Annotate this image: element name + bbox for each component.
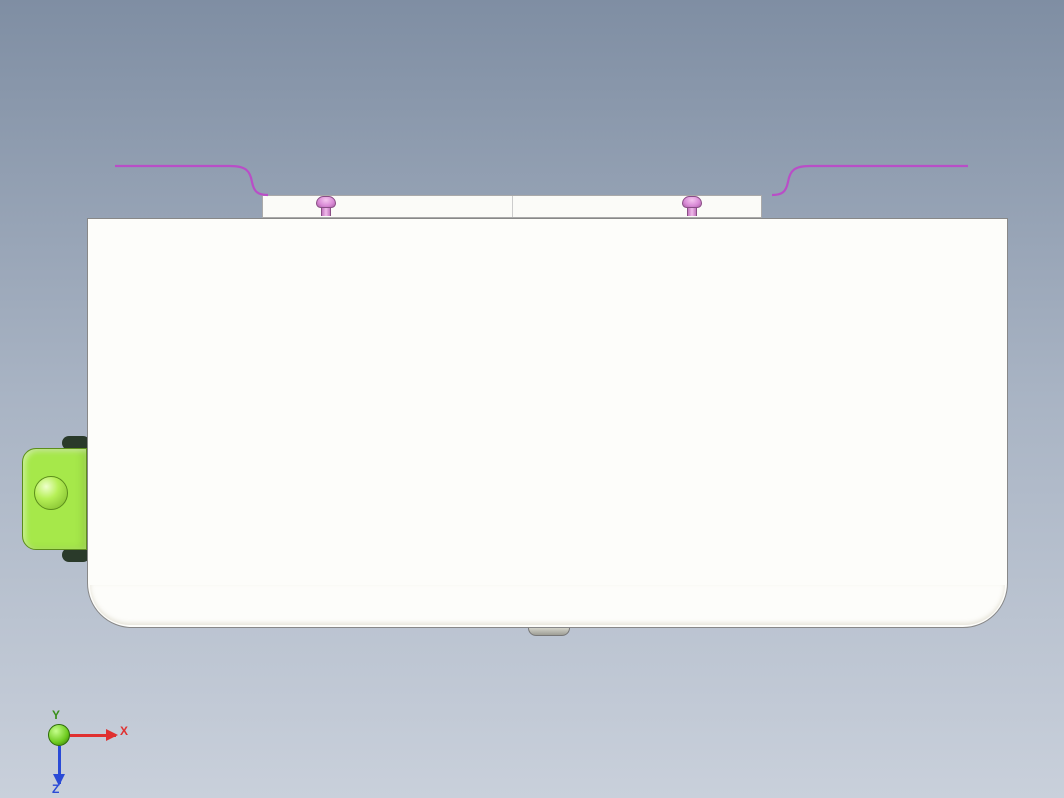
cover-screw-left[interactable] xyxy=(314,196,338,216)
triad-label-y: Y xyxy=(52,708,60,722)
screw-head xyxy=(682,196,702,208)
main-housing[interactable] xyxy=(87,218,1008,628)
screw-shaft xyxy=(321,208,331,216)
triad-axis-x-icon xyxy=(70,734,116,737)
triad-label-z: Z xyxy=(52,782,59,796)
cover-screw-right[interactable] xyxy=(680,196,704,216)
screw-shaft xyxy=(687,208,697,216)
triad-label-x: X xyxy=(120,724,128,738)
latch-pin[interactable] xyxy=(34,476,68,510)
view-triad[interactable]: X Y Z xyxy=(28,712,118,782)
triad-axis-z-icon xyxy=(58,746,61,784)
screw-head xyxy=(316,196,336,208)
triad-origin-icon xyxy=(48,724,70,746)
hinge-pin-bottom xyxy=(62,548,90,562)
cover-plate-seam xyxy=(512,196,513,217)
cad-3d-viewport[interactable]: X Y Z xyxy=(0,0,1064,798)
